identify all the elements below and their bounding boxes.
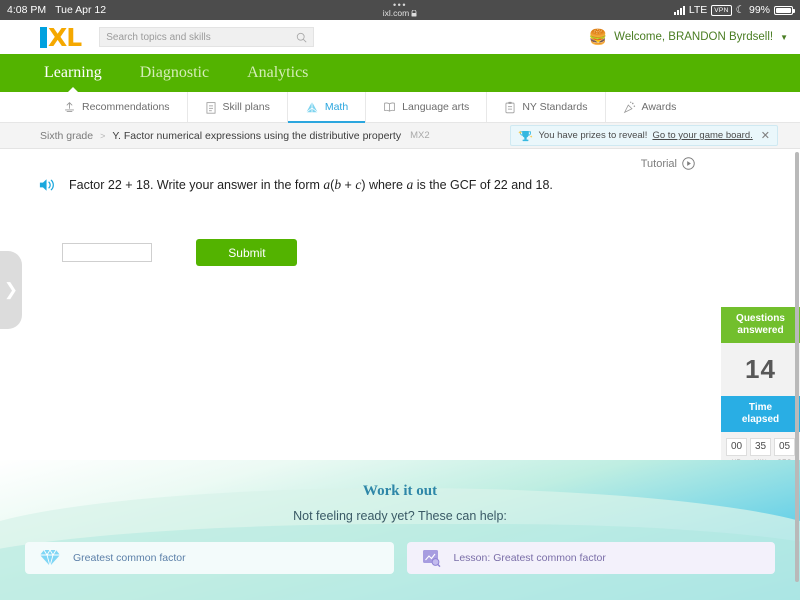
prize-message: You have prizes to reveal! xyxy=(538,130,648,141)
game-board-link[interactable]: Go to your game board. xyxy=(652,130,752,141)
question-text-part2: where xyxy=(365,178,407,192)
speaker-icon[interactable] xyxy=(38,177,57,198)
help-card-greatest-common-factor[interactable]: Greatest common factor xyxy=(25,542,394,574)
tab-language-arts[interactable]: Language arts xyxy=(366,92,488,122)
primary-nav: Learning Diagnostic Analytics xyxy=(0,54,800,92)
skill-code: MX2 xyxy=(410,130,430,141)
help-cards: Greatest common factor Lesson: Greatest … xyxy=(0,523,800,574)
breadcrumb-grade[interactable]: Sixth grade xyxy=(40,130,93,142)
nav-item-diagnostic[interactable]: Diagnostic xyxy=(136,64,213,82)
address-url: ixl.com xyxy=(383,8,417,18)
search-box[interactable] xyxy=(99,27,315,47)
page-scrollbar[interactable] xyxy=(795,152,799,582)
network-type: LTE xyxy=(688,4,708,16)
trophy-icon xyxy=(518,130,533,141)
questions-answered-header: Questions answered xyxy=(721,307,800,343)
account-menu[interactable]: 🍔 Welcome, BRANDON Byrdsell! ▼ xyxy=(588,30,788,45)
help-card-lesson-greatest-common-factor[interactable]: Lesson: Greatest common factor xyxy=(406,542,775,574)
search-input[interactable] xyxy=(106,31,297,43)
breadcrumb-skill-title: Y. Factor numerical expressions using th… xyxy=(112,129,402,142)
site-header: XL 🍔 Welcome, BRANDON Byrdsell! ▼ xyxy=(0,20,800,54)
tab-awards[interactable]: Awards xyxy=(606,92,694,122)
welcome-text: Welcome, BRANDON Byrdsell! xyxy=(614,31,774,43)
close-icon[interactable]: ✕ xyxy=(761,129,770,142)
status-right: LTE VPN ☾ 99% xyxy=(673,0,795,20)
breadcrumb-separator-icon: > xyxy=(100,130,106,141)
help-card-label: Lesson: Greatest common factor xyxy=(453,552,606,564)
play-circle-icon xyxy=(682,157,695,170)
vpn-badge: VPN xyxy=(711,4,732,16)
breadcrumb: Sixth grade > Y. Factor numerical expres… xyxy=(0,123,800,149)
book-icon xyxy=(384,102,395,112)
tab-label: Language arts xyxy=(402,101,470,113)
nav-item-analytics[interactable]: Analytics xyxy=(243,64,312,82)
question-text-part3: is the GCF of 22 and 18. xyxy=(413,178,553,192)
lesson-video-icon xyxy=(422,550,440,568)
tab-label: Awards xyxy=(641,101,677,113)
search-icon xyxy=(297,32,307,43)
avatar: 🍔 xyxy=(588,28,608,46)
help-card-label: Greatest common factor xyxy=(73,552,186,564)
tab-label: Skill plans xyxy=(222,101,270,113)
logo-xl-text: XL xyxy=(48,22,82,52)
tab-ny-standards[interactable]: NY Standards xyxy=(487,92,606,122)
time-elapsed-header: Time elapsed xyxy=(721,396,800,432)
status-date: Tue Apr 12 xyxy=(55,4,107,16)
tab-label: Math xyxy=(324,101,349,113)
work-it-out-section: Work it out Not feeling ready yet? These… xyxy=(0,460,800,600)
question-stage: Tutorial Factor 22 + 18. Write your answ… xyxy=(0,149,800,560)
math-pyramid-icon xyxy=(305,101,318,113)
signal-bars-icon xyxy=(673,5,685,15)
recommendations-icon xyxy=(64,101,75,112)
prize-banner: You have prizes to reveal! Go to your ga… xyxy=(510,125,778,146)
tutorial-link[interactable]: Tutorial xyxy=(641,157,695,170)
tab-label: Recommendations xyxy=(82,101,170,113)
crescent-moon-icon: ☾ xyxy=(735,4,745,16)
diamond-gem-icon xyxy=(40,549,60,568)
clipboard-icon xyxy=(505,101,515,113)
nav-item-learning[interactable]: Learning xyxy=(40,64,106,82)
status-time: 4:08 PM xyxy=(7,4,47,16)
tab-math[interactable]: Math xyxy=(287,92,367,123)
tab-recommendations[interactable]: Recommendations xyxy=(46,92,188,122)
tab-overview-dots-icon: ••• xyxy=(393,0,407,10)
battery-percent: 99% xyxy=(748,4,770,16)
lock-icon xyxy=(411,9,417,16)
chevron-right-icon[interactable]: ❯ xyxy=(0,251,22,329)
battery-icon xyxy=(774,5,795,15)
work-it-out-title: Work it out xyxy=(362,483,438,499)
skill-plans-icon xyxy=(206,101,216,114)
plus-sign: + xyxy=(341,178,356,192)
questions-answered-value: 14 xyxy=(721,343,800,396)
ios-status-bar: 4:08 PM Tue Apr 12 ••• ixl.com LTE VPN ☾… xyxy=(0,0,800,20)
question-text: Factor 22 + 18. Write your answer in the… xyxy=(69,176,553,194)
submit-button[interactable]: Submit xyxy=(196,239,298,266)
tab-skill-plans[interactable]: Skill plans xyxy=(188,92,288,122)
answer-input[interactable] xyxy=(62,242,152,262)
logo-i-bar xyxy=(40,26,47,48)
status-left: 4:08 PM Tue Apr 12 xyxy=(7,4,106,16)
work-it-out-subtitle: Not feeling ready yet? These can help: xyxy=(293,509,507,523)
tutorial-label: Tutorial xyxy=(640,157,677,170)
chevron-down-icon: ▼ xyxy=(780,32,788,42)
tab-label: NY Standards xyxy=(522,101,588,113)
subject-tabs: Recommendations Skill plans Math Languag… xyxy=(0,92,800,123)
ixl-logo[interactable]: XL xyxy=(40,22,82,52)
party-popper-icon xyxy=(623,101,635,113)
question-text-part1: Factor 22 + 18. Write your answer in the… xyxy=(69,178,324,192)
